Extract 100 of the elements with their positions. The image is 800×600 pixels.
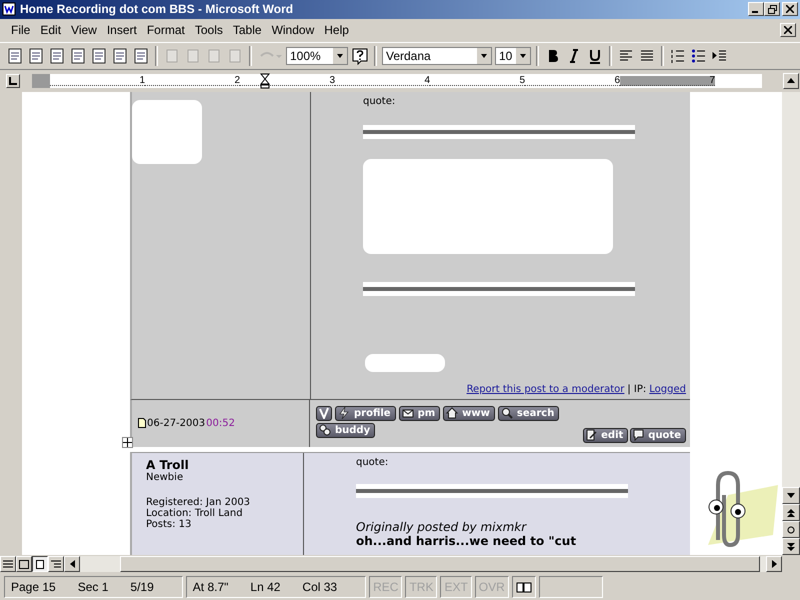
previous-page-button[interactable] xyxy=(782,504,800,522)
left-arrow-icon xyxy=(70,560,74,568)
edit-button[interactable]: edit xyxy=(583,428,628,443)
status-field: Sec 1 xyxy=(78,580,108,594)
normal-view-button[interactable] xyxy=(0,556,16,572)
ruler-number: 4 xyxy=(423,76,430,85)
close-icon xyxy=(784,26,792,34)
quote-label: quote: xyxy=(363,96,396,107)
scroll-thumb[interactable] xyxy=(120,556,760,572)
menu-item[interactable]: Format xyxy=(142,23,190,38)
lightning-icon xyxy=(338,407,350,420)
window-title: Home Recording dot com BBS - Microsoft Word xyxy=(20,2,294,16)
ruler-number: 2 xyxy=(233,76,240,85)
spelling-status-button[interactable] xyxy=(512,576,536,598)
font-size-dropdown[interactable]: 10 xyxy=(495,46,531,65)
people-icon xyxy=(319,424,331,436)
help-icon[interactable] xyxy=(351,46,369,65)
ip-logged-link[interactable]: Logged xyxy=(649,384,686,395)
select-browse-object-button[interactable] xyxy=(782,521,800,538)
quote-label: quote: xyxy=(356,456,388,468)
ruler-number: 1 xyxy=(138,76,145,85)
print-layout-button[interactable] xyxy=(32,556,48,572)
menu-item[interactable]: Tools xyxy=(190,23,228,38)
lines-icon xyxy=(3,560,13,569)
close-document-button[interactable] xyxy=(780,23,796,38)
left-tab-icon xyxy=(9,76,17,85)
ip-label: | IP: xyxy=(627,384,646,395)
up-arrow-icon xyxy=(787,78,795,84)
status-field: At 8.7" xyxy=(192,580,228,594)
new-document-icon[interactable] xyxy=(6,46,24,65)
menu-item[interactable]: View xyxy=(66,23,102,38)
book-icon xyxy=(516,580,532,593)
menu-item[interactable]: File xyxy=(6,23,36,38)
zoom-dropdown[interactable]: 100% xyxy=(286,46,348,65)
menu-item[interactable]: Window xyxy=(266,23,320,38)
redaction-scribble xyxy=(132,100,202,164)
outline-icon xyxy=(51,560,61,569)
bullet-list-icon[interactable] xyxy=(690,46,708,65)
ruler[interactable]: 1 2 3 4 5 6 7 xyxy=(32,74,762,88)
window-icon xyxy=(19,560,29,569)
font-dropdown[interactable]: Verdana xyxy=(382,46,492,65)
house-icon xyxy=(446,407,458,420)
search-button[interactable]: search xyxy=(498,406,560,421)
double-down-arrow-icon xyxy=(787,542,795,551)
note-icon xyxy=(633,429,644,442)
www-button[interactable]: www xyxy=(443,406,495,421)
indent-marker-icon[interactable] xyxy=(260,72,270,89)
pm-button[interactable]: pm xyxy=(398,406,440,421)
circle-icon xyxy=(787,526,795,534)
search-icon xyxy=(500,407,513,420)
status-field: Page 15 xyxy=(11,580,56,594)
down-arrow-icon xyxy=(787,493,795,498)
scroll-down-button[interactable] xyxy=(782,487,800,504)
table-move-handle[interactable] xyxy=(122,436,133,448)
menu-item[interactable]: Table xyxy=(228,23,267,38)
menu-item[interactable]: Help xyxy=(319,23,354,38)
menu-item[interactable]: Insert xyxy=(102,23,142,38)
scroll-right-button[interactable] xyxy=(766,556,782,572)
quote-text: oh...and harris...we need to "cut xyxy=(356,534,578,548)
restore-icon xyxy=(768,4,776,14)
scroll-up-button[interactable] xyxy=(783,72,799,89)
tab-selector-button[interactable] xyxy=(6,74,20,88)
author-detail: Registered: Jan 2003 xyxy=(146,496,252,508)
envelope-icon xyxy=(402,407,414,420)
minimize-button[interactable] xyxy=(748,2,764,16)
quote-author: Originally posted by mixmkr xyxy=(356,520,528,534)
status-field: Col 33 xyxy=(302,580,338,594)
pencil-icon xyxy=(586,429,598,442)
check-button[interactable] xyxy=(316,406,332,421)
buddy-button[interactable]: buddy xyxy=(316,422,376,438)
outline-view-button[interactable] xyxy=(48,556,64,572)
author-name: A Troll xyxy=(146,458,190,472)
status-field: Ln 42 xyxy=(250,580,280,594)
web-layout-button[interactable] xyxy=(16,556,32,572)
status-panel xyxy=(538,576,603,598)
close-button[interactable] xyxy=(782,2,798,16)
status-field: 5/19 xyxy=(130,580,154,594)
post-icon xyxy=(138,418,146,428)
author-rank: Newbie xyxy=(146,472,184,483)
menu-item[interactable]: Edit xyxy=(35,23,66,38)
document-icon xyxy=(2,2,16,16)
scroll-left-button[interactable] xyxy=(64,556,80,572)
ruler-number: 3 xyxy=(328,76,335,85)
report-link[interactable]: Report this post to a moderator xyxy=(466,384,624,395)
restore-button[interactable] xyxy=(764,2,780,16)
ruler-number: 6 xyxy=(613,76,620,85)
author-detail: Posts: 13 xyxy=(146,518,192,530)
post-date: 06-27-2003 xyxy=(147,418,206,429)
double-up-arrow-icon xyxy=(787,508,795,517)
ruler-number: 5 xyxy=(518,76,525,85)
profile-button[interactable]: profile xyxy=(335,406,396,421)
post-time: 00:52 xyxy=(206,418,235,429)
right-arrow-icon xyxy=(772,560,776,568)
ruler-number: 7 xyxy=(707,76,715,85)
move-icon xyxy=(123,438,132,447)
close-icon xyxy=(786,5,794,14)
next-page-button[interactable] xyxy=(782,538,800,556)
author-detail: Location: Troll Land xyxy=(146,508,244,519)
quote-button[interactable]: quote xyxy=(630,428,686,443)
check-icon xyxy=(319,407,329,420)
